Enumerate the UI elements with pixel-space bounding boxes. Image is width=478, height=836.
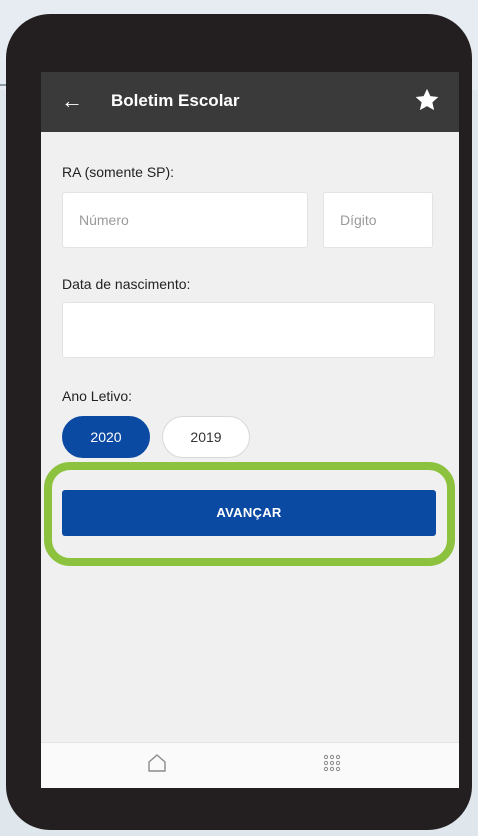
arrow-left-icon[interactable]: ← (59, 88, 85, 114)
ra-number-input[interactable] (62, 192, 308, 248)
birthdate-label: Data de nascimento: (62, 276, 191, 292)
next-button[interactable]: AVANÇAR (62, 490, 436, 536)
birthdate-input[interactable] (62, 302, 435, 358)
grid-icon[interactable] (320, 751, 344, 775)
year-option-2020[interactable]: 2020 (62, 416, 150, 458)
home-icon[interactable] (145, 751, 169, 775)
year-option-2019[interactable]: 2019 (162, 416, 250, 458)
ra-label: RA (somente SP): (62, 164, 175, 180)
app-bar: ← Boletim Escolar (41, 72, 459, 132)
bottom-navigation (41, 742, 459, 788)
page-title: Boletim Escolar (111, 91, 240, 110)
school-year-label: Ano Letivo: (62, 388, 133, 404)
ra-digit-input[interactable] (323, 192, 433, 248)
star-icon[interactable] (413, 86, 441, 114)
phone-frame: ← Boletim Escolar RA (somente SP): Data … (6, 14, 472, 830)
app-screen: ← Boletim Escolar RA (somente SP): Data … (41, 72, 459, 788)
